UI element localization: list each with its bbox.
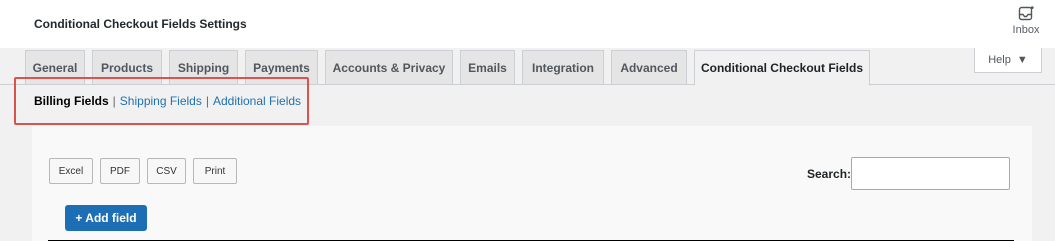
tab-advanced[interactable]: Advanced [611, 50, 687, 85]
tab-accounts-privacy[interactable]: Accounts & Privacy [325, 50, 453, 85]
add-field-button[interactable]: + Add field [65, 205, 147, 231]
inbox-label: Inbox [1012, 24, 1040, 36]
print-button[interactable]: Print [193, 158, 237, 184]
help-label: Help [988, 54, 1011, 66]
top-bar: Conditional Checkout Fields Settings Inb… [0, 0, 1055, 48]
export-csv-button[interactable]: CSV [147, 158, 186, 184]
inbox-button[interactable]: Inbox [1006, 6, 1046, 42]
inbox-icon [1018, 6, 1034, 21]
page-title: Conditional Checkout Fields Settings [34, 17, 247, 31]
search-input[interactable] [851, 157, 1010, 190]
tab-integration[interactable]: Integration [522, 50, 604, 85]
tab-conditional-checkout-fields[interactable]: Conditional Checkout Fields [694, 50, 870, 86]
tab-emails[interactable]: Emails [460, 50, 515, 85]
search-label: Search: [807, 167, 852, 181]
export-excel-button[interactable]: Excel [49, 158, 93, 184]
caret-down-icon: ▼ [1016, 54, 1028, 66]
export-pdf-button[interactable]: PDF [100, 158, 140, 184]
highlight-box [14, 77, 309, 125]
help-button[interactable]: Help ▼ [974, 48, 1042, 73]
